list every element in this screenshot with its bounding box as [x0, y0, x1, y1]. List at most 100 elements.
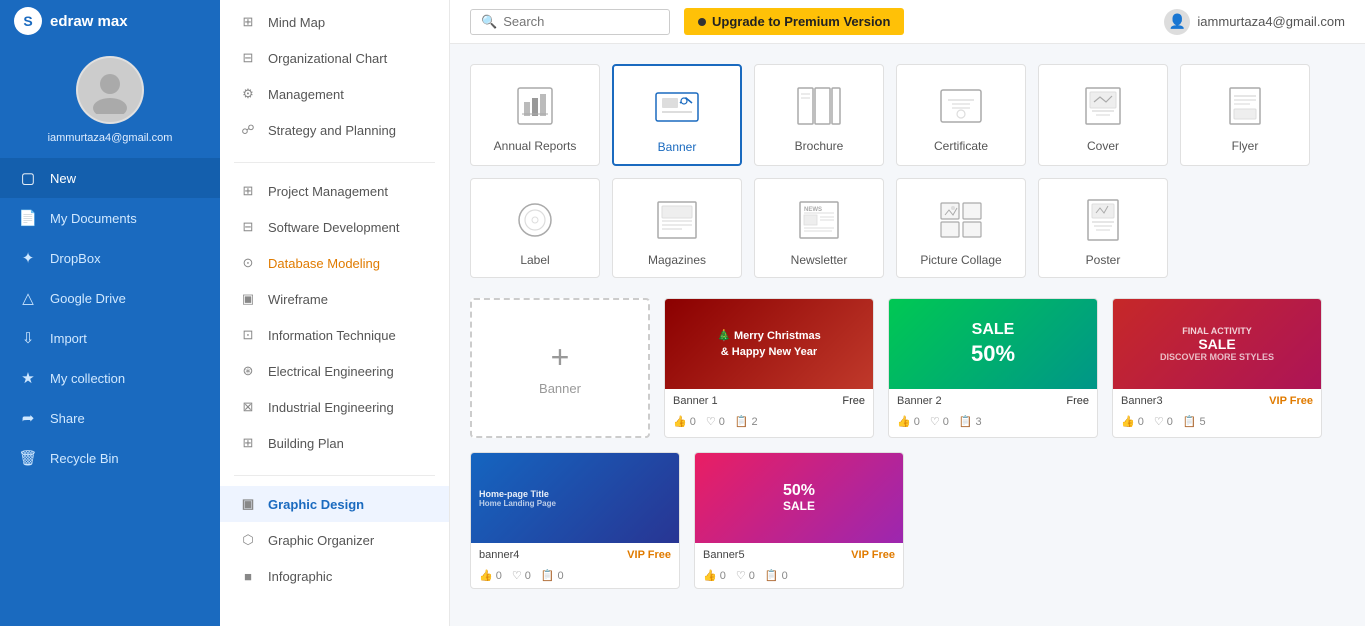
nav-item-my-documents[interactable]: 📄 My Documents: [0, 198, 220, 238]
sec-item-wireframe[interactable]: ▣ Wireframe: [220, 281, 449, 317]
database-icon: ⊙: [238, 253, 258, 273]
sec-item-infographic[interactable]: ■ Infographic: [220, 558, 449, 594]
sec-item-database[interactable]: ⊙ Database Modeling: [220, 245, 449, 281]
sidebar-nav: ▢ New 📄 My Documents ✦ DropBox △ Google …: [0, 158, 220, 478]
sec-item-electrical-label: Electrical Engineering: [268, 364, 394, 379]
banner-card-1[interactable]: 🎄 Merry Christmas& Happy New Year Banner…: [664, 298, 874, 438]
template-card-brochure[interactable]: Brochure: [754, 64, 884, 166]
banner1-copies: 📋 2: [735, 415, 758, 428]
sec-item-org-chart-label: Organizational Chart: [268, 51, 387, 66]
template-card-newsletter[interactable]: NEWS Newsletter: [754, 178, 884, 278]
newsletter-label: Newsletter: [791, 253, 848, 267]
nav-item-my-collection[interactable]: ★ My collection: [0, 358, 220, 398]
sec-item-database-label: Database Modeling: [268, 256, 380, 271]
upgrade-button[interactable]: Upgrade to Premium Version: [684, 8, 904, 35]
sec-item-industrial-label: Industrial Engineering: [268, 400, 394, 415]
nav-item-recycle-bin[interactable]: 🗑 Recycle Bin: [0, 438, 220, 478]
nav-item-google-drive[interactable]: △ Google Drive: [0, 278, 220, 318]
banner3-copies: 📋 5: [1183, 415, 1206, 428]
sec-item-strategy-label: Strategy and Planning: [268, 123, 396, 138]
topbar-user: 👤 iammurtaza4@gmail.com: [1164, 9, 1345, 35]
annual-reports-label: Annual Reports: [494, 139, 577, 153]
banner4-stats: 👍 0 ♡ 0 📋 0: [471, 567, 679, 588]
template-card-banner[interactable]: Banner: [612, 64, 742, 166]
banner3-badge: VIP Free: [1269, 395, 1313, 407]
topbar: 🔍 Upgrade to Premium Version 👤 iammurtaz…: [450, 0, 1365, 44]
left-sidebar: S edraw max iammurtaza4@gmail.com ▢ New …: [0, 0, 220, 626]
banner2-info: Banner 2 Free: [889, 389, 1097, 413]
sec-item-graphic-design[interactable]: ▣ Graphic Design: [220, 486, 449, 522]
banner-label: Banner: [658, 140, 697, 154]
banner1-likes: 👍 0: [673, 415, 696, 428]
sec-item-graphic-organizer[interactable]: ⬡ Graphic Organizer: [220, 522, 449, 558]
label-label: Label: [520, 253, 549, 267]
banner4-badge: VIP Free: [627, 549, 671, 561]
template-card-magazines[interactable]: Magazines: [612, 178, 742, 278]
template-card-annual-reports[interactable]: Annual Reports: [470, 64, 600, 166]
banner5-likes: 👍 0: [703, 569, 726, 582]
banner2-title: Banner 2: [897, 395, 942, 407]
graphic-organizer-icon: ⬡: [238, 530, 258, 550]
user-avatar-small: 👤: [1164, 9, 1190, 35]
new-banner-button[interactable]: + Banner: [470, 298, 650, 438]
banner2-stats: 👍 0 ♡ 0 📋 3: [889, 413, 1097, 434]
upgrade-dot: [698, 18, 706, 26]
nav-item-import[interactable]: ⇩ Import: [0, 318, 220, 358]
separator-1: [234, 162, 435, 163]
sec-item-mind-map[interactable]: ⊞ Mind Map: [220, 4, 449, 40]
banner-card-3[interactable]: FINAL ACTIVITY SALE DISCOVER MORE STYLES…: [1112, 298, 1322, 438]
cover-label: Cover: [1087, 139, 1119, 153]
sec-item-info-tech[interactable]: ⊡ Information Technique: [220, 317, 449, 353]
sec-item-software-dev[interactable]: ⊟ Software Development: [220, 209, 449, 245]
sec-section-3: ▣ Graphic Design ⬡ Graphic Organizer ■ I…: [220, 482, 449, 602]
sec-item-management[interactable]: ⚙ Management: [220, 76, 449, 112]
template-card-flyer[interactable]: Flyer: [1180, 64, 1310, 166]
banner1-info: Banner 1 Free: [665, 389, 873, 413]
template-card-label[interactable]: Label: [470, 178, 600, 278]
banner-card-4[interactable]: Home-page Title Home Landing Page banner…: [470, 452, 680, 589]
template-card-picture-collage[interactable]: Picture Collage: [896, 178, 1026, 278]
sec-item-building[interactable]: ⊞ Building Plan: [220, 425, 449, 461]
certificate-icon: [933, 81, 989, 131]
certificate-label: Certificate: [934, 139, 988, 153]
logo-area: S edraw max: [0, 0, 220, 42]
sec-item-management-label: Management: [268, 87, 344, 102]
banner4-title: banner4: [479, 549, 519, 561]
banner4-likes: 👍 0: [479, 569, 502, 582]
main-area: 🔍 Upgrade to Premium Version 👤 iammurtaz…: [450, 0, 1365, 626]
sec-item-project-mgmt[interactable]: ⊞ Project Management: [220, 173, 449, 209]
sec-item-org-chart[interactable]: ⊟ Organizational Chart: [220, 40, 449, 76]
banner2-likes: 👍 0: [897, 415, 920, 428]
template-card-cover[interactable]: Cover: [1038, 64, 1168, 166]
banner5-hearts: ♡ 0: [736, 569, 755, 582]
banner4-copies: 📋 0: [541, 569, 564, 582]
nav-item-recycle-bin-label: Recycle Bin: [50, 451, 119, 466]
nav-item-my-documents-label: My Documents: [50, 211, 137, 226]
search-box[interactable]: 🔍: [470, 9, 670, 35]
banner4-info: banner4 VIP Free: [471, 543, 679, 567]
sec-item-industrial[interactable]: ⊠ Industrial Engineering: [220, 389, 449, 425]
brochure-label: Brochure: [795, 139, 844, 153]
banner-card-2[interactable]: SALE 50% Banner 2 Free 👍 0 ♡ 0 📋 3: [888, 298, 1098, 438]
sec-item-project-mgmt-label: Project Management: [268, 184, 388, 199]
user-email: iammurtaza4@gmail.com: [48, 132, 173, 144]
nav-item-share[interactable]: ➦ Share: [0, 398, 220, 438]
separator-2: [234, 475, 435, 476]
documents-icon: 📄: [18, 208, 38, 228]
banner3-info: Banner3 VIP Free: [1113, 389, 1321, 413]
template-card-poster[interactable]: Poster: [1038, 178, 1168, 278]
strategy-icon: ☍: [238, 120, 258, 140]
banner-card-5[interactable]: 50% SALE Banner5 VIP Free 👍 0 ♡ 0 📋 0: [694, 452, 904, 589]
sec-item-electrical[interactable]: ⊛ Electrical Engineering: [220, 353, 449, 389]
industrial-icon: ⊠: [238, 397, 258, 417]
nav-item-new[interactable]: ▢ New: [0, 158, 220, 198]
nav-item-dropbox[interactable]: ✦ DropBox: [0, 238, 220, 278]
sec-item-strategy[interactable]: ☍ Strategy and Planning: [220, 112, 449, 148]
magazines-label: Magazines: [648, 253, 706, 267]
template-card-certificate[interactable]: Certificate: [896, 64, 1026, 166]
banner1-title: Banner 1: [673, 395, 718, 407]
label-icon: [507, 195, 563, 245]
svg-text:NEWS: NEWS: [804, 207, 822, 213]
nav-item-import-label: Import: [50, 331, 87, 346]
search-input[interactable]: [503, 14, 653, 29]
